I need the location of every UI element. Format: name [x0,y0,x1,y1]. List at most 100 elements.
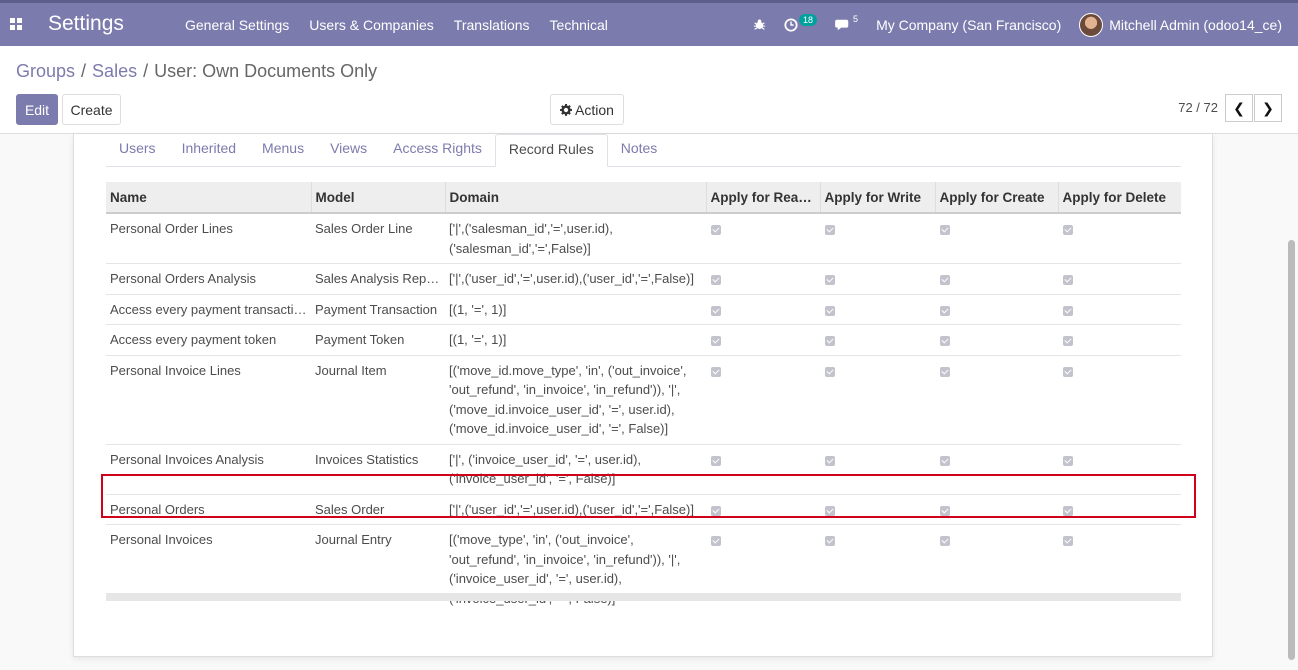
rule-domain-cell: ['|',('user_id','=',user.id),('user_id',… [445,263,706,294]
apply-create-checkbox [940,336,950,346]
column-header-apply-create[interactable]: Apply for Create [934,182,1058,213]
edit-button[interactable]: Edit [16,94,58,125]
apply-create-checkbox-cell [935,212,1058,264]
apply-create-checkbox [940,505,950,516]
apply-write-checkbox [825,225,835,235]
apply-read-checkbox [711,505,721,516]
column-header-domain[interactable]: Domain [444,182,706,213]
apply-create-checkbox-cell [935,493,1058,525]
top-navbar: Settings General Settings Users & Compan… [0,0,1298,46]
rule-name-cell: Personal Invoices Analysis [106,443,311,494]
pager-previous-button[interactable]: ❮ [1225,94,1253,122]
rule-domain-cell: ['|',('user_id','=',user.id),('user_id',… [445,493,706,525]
breadcrumb-groups[interactable]: Groups [16,61,75,81]
create-button[interactable]: Create [62,94,121,125]
apply-read-checkbox-cell [706,263,820,294]
table-row[interactable]: Personal Orders Sales Order ['|',('user_id… [106,493,1181,525]
company-switcher[interactable]: My Company (San Francisco) [867,17,1070,33]
table-row[interactable]: Access every payment transaction Payment … [106,293,1181,325]
tab-users[interactable]: Users [106,134,169,167]
systray: 18 5 My Company (San Francisco) Mitchell… [744,3,1298,46]
action-label: Action [575,101,614,118]
tab-notes[interactable]: Notes [608,134,671,167]
pager-next-button[interactable]: ❯ [1254,94,1282,122]
form-sheet: Users Inherited Menus Views Access Right… [73,134,1213,657]
messaging-chat-icon[interactable]: 5 [826,14,867,32]
rule-model-cell: Sales Analysis Rep… [311,263,445,294]
activity-clock-icon[interactable]: 18 [775,13,826,32]
activity-count-badge: 18 [799,13,818,26]
apply-create-checkbox [940,366,950,377]
rule-model-cell: Sales Order [311,493,445,525]
breadcrumb-sales[interactable]: Sales [92,61,137,81]
menu-users-companies[interactable]: Users & Companies [299,17,444,33]
table-footer [106,593,1181,601]
apps-menu-icon[interactable] [10,18,22,30]
column-header-apply-write[interactable]: Apply for Write [819,182,935,213]
page-scrollbar[interactable] [1288,240,1295,660]
table-row[interactable]: Personal Order Lines Sales Order Line ['|'… [106,212,1181,264]
user-menu[interactable]: Mitchell Admin (odoo14_ce) [1070,12,1298,37]
rule-domain-cell: [(1, '=', 1)] [445,324,706,355]
apply-write-checkbox [825,455,835,466]
apply-delete-checkbox-cell [1058,324,1181,355]
column-header-apply-read[interactable]: Apply for Read… [705,182,820,213]
apply-create-checkbox [940,225,950,235]
avatar [1079,12,1104,37]
breadcrumb: Groups / Sales / User: Own Documents Only [16,61,377,82]
apply-delete-checkbox [1063,455,1073,466]
table-row[interactable]: Personal Orders Analysis Sales Analysis R… [106,263,1181,294]
rule-domain-cell: [('move_id.move_type', 'in', ('out_invoi… [445,354,706,444]
apply-delete-checkbox [1063,366,1073,377]
column-header-apply-delete[interactable]: Apply for Delete [1057,182,1181,213]
apply-create-checkbox [940,275,950,285]
tab-record-rules[interactable]: Record Rules [494,134,608,167]
user-name: Mitchell Admin (odoo14_ce) [1109,16,1282,33]
rule-domain-cell: ['|', ('invoice_user_id', '=', user.id),… [445,443,706,494]
apply-write-checkbox-cell [820,354,935,444]
action-button[interactable]: Action [550,94,624,125]
apply-write-checkbox [825,336,835,346]
tab-views[interactable]: Views [317,134,380,167]
apply-read-checkbox-cell [706,354,820,444]
apply-delete-checkbox [1063,305,1073,316]
apply-read-checkbox [711,336,721,346]
apply-delete-checkbox [1063,336,1073,346]
apply-write-checkbox-cell [820,263,935,294]
apply-read-checkbox [711,366,721,377]
tab-menus[interactable]: Menus [249,134,317,167]
menu-general-settings[interactable]: General Settings [175,17,299,33]
apply-create-checkbox-cell [935,324,1058,355]
apply-create-checkbox [940,305,950,316]
apply-delete-checkbox-cell [1058,212,1181,264]
debug-bug-icon[interactable] [744,18,775,31]
apply-delete-checkbox-cell [1058,493,1181,525]
breadcrumb-separator: / [143,61,149,81]
rule-name-cell: Personal Orders Analysis [106,263,311,294]
rule-domain-cell: ['|',('salesman_id','=',user.id),('sales… [445,212,706,264]
rule-model-cell: Sales Order Line [311,212,445,264]
pager-value[interactable]: 72 / 72 [1178,100,1218,115]
apply-create-checkbox [940,536,950,546]
rule-model-cell: Journal Item [311,354,445,444]
table-row[interactable]: Personal Invoice Lines Journal Item [('mov… [106,354,1181,444]
table-row[interactable]: Access every payment token Payment Token[… [106,324,1181,355]
gear-icon [560,103,573,116]
column-header-name[interactable]: Name [106,182,311,213]
menu-technical[interactable]: Technical [540,17,618,33]
rule-name-cell: Personal Invoice Lines [106,354,311,444]
apply-delete-checkbox-cell [1058,354,1181,444]
tab-inherited[interactable]: Inherited [169,134,249,167]
apply-delete-checkbox-cell [1058,263,1181,294]
menu-translations[interactable]: Translations [444,17,540,33]
apply-write-checkbox [825,366,835,377]
apply-read-checkbox [711,305,721,316]
rule-name-cell: Access every payment token [106,324,311,355]
column-header-model[interactable]: Model [310,182,445,213]
table-row[interactable]: Personal Invoices Analysis Invoices Stati… [106,443,1181,494]
tab-access-rights[interactable]: Access Rights [380,134,495,167]
apply-delete-checkbox [1063,505,1073,516]
rule-name-cell: Personal Order Lines [106,212,311,264]
apply-read-checkbox-cell [706,212,820,264]
app-title[interactable]: Settings [48,12,124,36]
